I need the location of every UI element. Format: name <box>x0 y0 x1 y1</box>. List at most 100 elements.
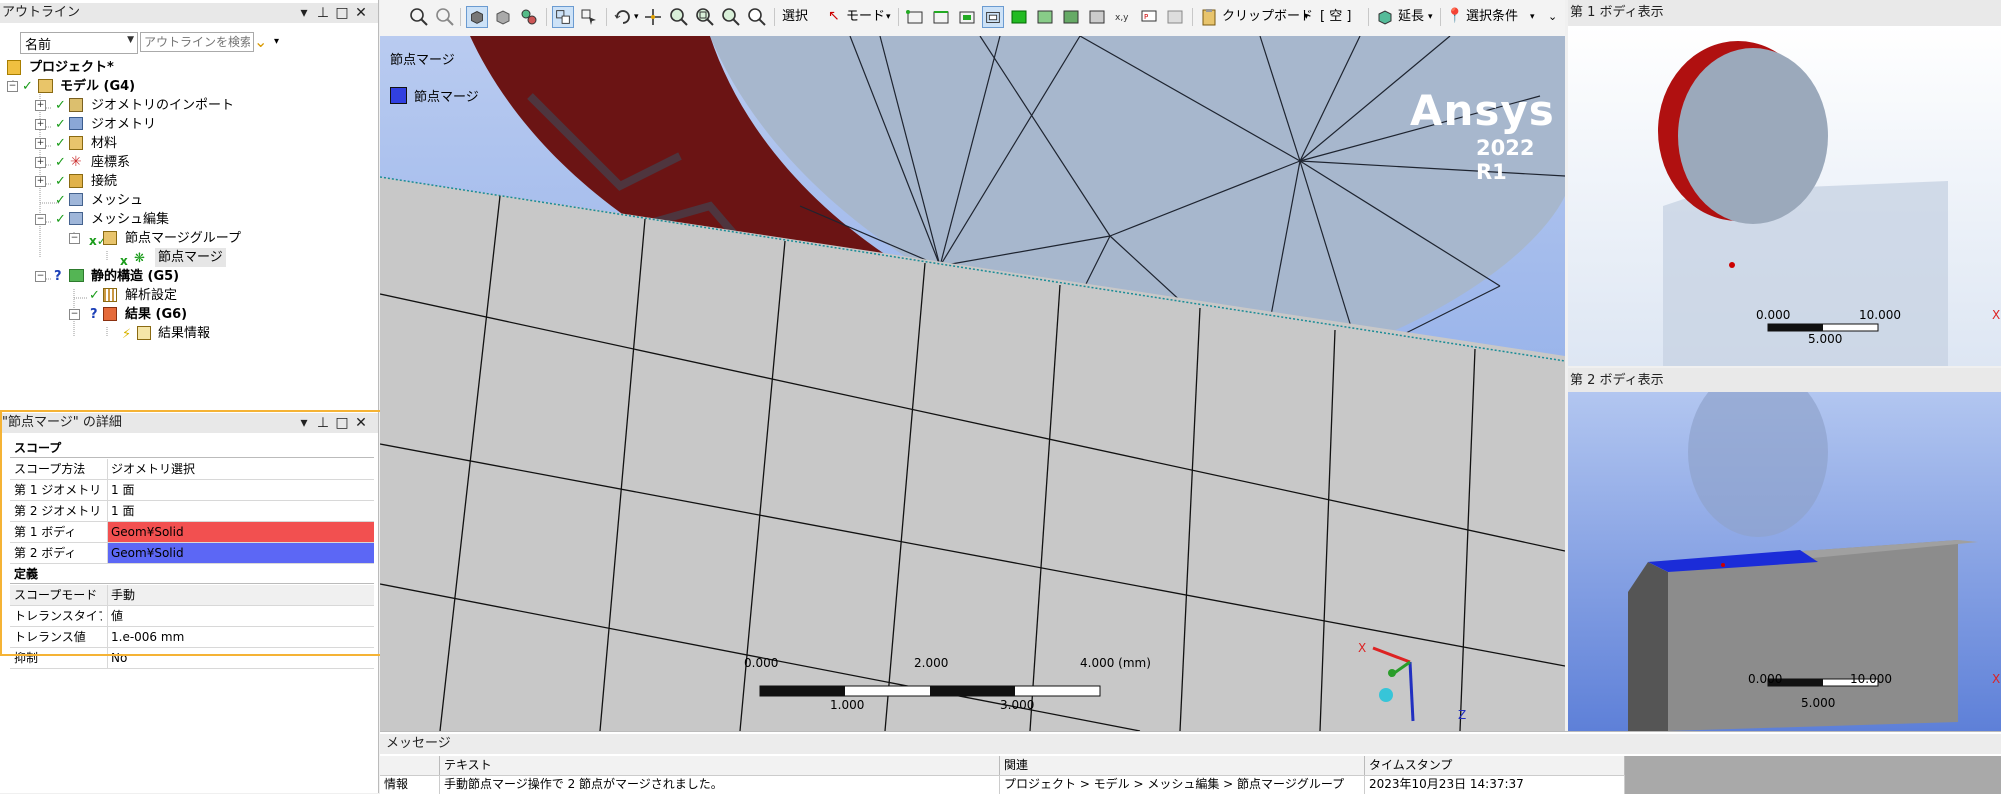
label-icon[interactable]: P <box>1138 6 1160 28</box>
select-vertex-icon[interactable] <box>904 6 926 28</box>
collapse-icon[interactable]: − <box>7 81 18 92</box>
expand-icon[interactable]: + <box>35 176 46 187</box>
rotate-icon[interactable] <box>612 6 634 28</box>
collapse-icon[interactable]: − <box>35 271 46 282</box>
zoom-in-icon[interactable] <box>408 6 430 28</box>
select-conditions-chevron-icon[interactable]: ▾ <box>1530 6 1535 28</box>
outline-search-input[interactable] <box>140 32 254 52</box>
maximize-icon[interactable]: □ <box>335 4 349 22</box>
pan-icon[interactable] <box>642 6 664 28</box>
details-row-geometry-2[interactable]: 第 2 ジオメトリ 1 面 <box>10 501 374 522</box>
expand-options-icon[interactable]: ▾ <box>274 36 279 47</box>
details-key: 抑制 <box>14 651 39 665</box>
expand-icon[interactable]: + <box>35 157 46 168</box>
details-row-body-2[interactable]: 第 2 ボディ Geom¥Solid <box>10 543 374 564</box>
mode-dropdown[interactable]: モード <box>846 6 885 28</box>
face-select-icon[interactable] <box>492 6 514 28</box>
tree-item-node-merge-group[interactable]: − x✓ 節点マージグループ <box>0 229 260 248</box>
scale-label-3: 3.000 <box>1000 698 1035 712</box>
expand-icon[interactable]: + <box>35 138 46 149</box>
rotate-dropdown-icon[interactable]: ▾ <box>634 6 639 28</box>
tree-item-mesh-edit[interactable]: − ✓ メッシュ編集 <box>0 210 260 229</box>
box-select-icon[interactable] <box>552 6 574 28</box>
messages-col-related[interactable]: 関連 <box>1000 756 1365 775</box>
tree-item-static-structural[interactable]: − ? 静的構造 (G5) <box>0 267 260 286</box>
details-row-tolerance-value[interactable]: トレランス値 1.e-006 mm <box>10 627 374 648</box>
details-section-scope[interactable]: スコープ <box>10 438 374 458</box>
tree-item-project[interactable]: プロジェクト* <box>0 58 260 77</box>
tree-item-label: メッシュ編集 <box>91 212 170 227</box>
tree-item-analysis-settings[interactable]: ✓ 解析設定 <box>0 286 260 305</box>
messages-col-timestamp[interactable]: タイムスタンプ <box>1365 756 1625 775</box>
select-element-icon[interactable] <box>1060 6 1082 28</box>
select-label[interactable]: 選択 <box>782 6 808 28</box>
outline-panel: アウトライン ▾ ⊥ □ ✕ 名前 ▼ ⌄ ▾ プロジェク <box>0 0 379 410</box>
tree-item-geometry[interactable]: + ✓ ジオメトリ <box>0 115 260 134</box>
close-icon[interactable]: ✕ <box>354 414 368 432</box>
details-section-definition[interactable]: 定義 <box>10 564 374 584</box>
outline-filter-select[interactable]: 名前 ▼ <box>20 32 138 54</box>
collapse-icon[interactable]: − <box>35 214 46 225</box>
select-element-face-icon[interactable] <box>1034 6 1056 28</box>
pin-icon[interactable]: ⊥ <box>316 414 330 432</box>
zoom-out-icon[interactable] <box>434 6 456 28</box>
details-row-scope-method[interactable]: スコープ方法 ジオメトリ選択 <box>10 459 374 480</box>
box-zoom-icon[interactable] <box>694 6 716 28</box>
tree-item-mesh[interactable]: ✓ メッシュ <box>0 191 260 210</box>
details-row-tolerance-type[interactable]: トレランスタイプ 値 <box>10 606 374 627</box>
tree-item-geometry-import[interactable]: + ✓ ジオメトリのインポート <box>0 96 260 115</box>
details-row-suppressed[interactable]: 抑制 No <box>10 648 374 669</box>
expand-icon[interactable]: + <box>35 119 46 130</box>
tree-item-materials[interactable]: + ✓ 材料 <box>0 134 260 153</box>
annotation-icon[interactable] <box>1164 6 1186 28</box>
mode-dropdown-chevron-icon[interactable]: ▾ <box>886 6 891 28</box>
close-icon[interactable]: ✕ <box>354 4 368 22</box>
collapse-icon[interactable]: − <box>69 233 80 244</box>
zoom-to-fit-icon[interactable] <box>720 6 742 28</box>
collapse-icon[interactable]: − <box>69 309 80 320</box>
coordinates-icon[interactable]: x,y <box>1112 6 1134 28</box>
details-row-body-1[interactable]: 第 1 ボディ Geom¥Solid <box>10 522 374 543</box>
select-body-icon[interactable] <box>982 6 1004 28</box>
extend-chevron-icon[interactable]: ▾ <box>1428 6 1433 28</box>
tree-item-connections[interactable]: + ✓ 接続 <box>0 172 260 191</box>
select-mesh-icon[interactable] <box>1086 6 1108 28</box>
messages-col-text[interactable]: テキスト <box>440 756 1000 775</box>
body1-view-panel[interactable]: 第 1 ボディ表示 0.000 10.000 5.000 X <box>1568 0 2001 366</box>
panel-menu-icon[interactable]: ▾ <box>297 4 311 22</box>
messages-col-type[interactable] <box>380 756 440 775</box>
single-select-icon[interactable] <box>578 6 600 28</box>
select-edge-icon[interactable] <box>930 6 952 28</box>
tree-item-model[interactable]: − ✓ モデル (G4) <box>0 77 260 96</box>
maximize-icon[interactable]: □ <box>335 414 349 432</box>
select-conditions-dropdown[interactable]: 選択条件 <box>1466 6 1518 28</box>
filter-options-icon[interactable]: ⌄ <box>254 32 267 51</box>
project-icon <box>7 60 21 75</box>
geometry-icon <box>69 117 83 130</box>
body2-view-panel[interactable]: 第 2 ボディ表示 0.000 10.000 5.000 X <box>1568 368 2001 731</box>
main-viewport[interactable]: 節点マージ 節点マージ Ansys 2022 R1 0.000 2.000 4.… <box>380 36 1565 731</box>
toolbar-overflow-icon[interactable]: ⌄ <box>1548 6 1557 28</box>
zoom-icon[interactable] <box>668 6 690 28</box>
tree-item-results[interactable]: − ? 結果 (G6) <box>0 305 260 324</box>
magnifier-icon[interactable] <box>746 6 768 28</box>
panel-menu-icon[interactable]: ▾ <box>297 414 311 432</box>
node-select-icon[interactable] <box>518 6 540 28</box>
select-node-icon[interactable] <box>1008 6 1030 28</box>
pin-icon[interactable]: ⊥ <box>316 4 330 22</box>
details-row-geometry-1[interactable]: 第 1 ジオメトリ 1 面 <box>10 480 374 501</box>
coordinate-system-icon: ✳ <box>70 154 82 170</box>
body-select-icon[interactable] <box>466 6 488 28</box>
details-row-scope-mode[interactable]: スコープモード 手動 <box>10 585 374 606</box>
mode-cursor-icon: ↖ <box>828 8 840 24</box>
tree-item-coordinate-systems[interactable]: + ✓ ✳ 座標系 <box>0 153 260 172</box>
extend-dropdown[interactable]: 延長 <box>1398 6 1424 28</box>
tree-item-result-information[interactable]: ⚡ 結果情報 <box>0 324 260 343</box>
clipboard-dropdown[interactable]: クリップボード <box>1222 6 1313 28</box>
tree-item-node-merge[interactable]: x ❋ 節点マージ <box>0 248 260 268</box>
legend-label: 節点マージ <box>414 90 479 105</box>
clipboard-chevron-icon[interactable]: ▾ <box>1304 6 1309 28</box>
messages-row[interactable]: 情報 手動節点マージ操作で 2 節点がマージされました。 プロジェクト > モデ… <box>380 775 1625 794</box>
expand-icon[interactable]: + <box>35 100 46 111</box>
select-face-icon[interactable] <box>956 6 978 28</box>
